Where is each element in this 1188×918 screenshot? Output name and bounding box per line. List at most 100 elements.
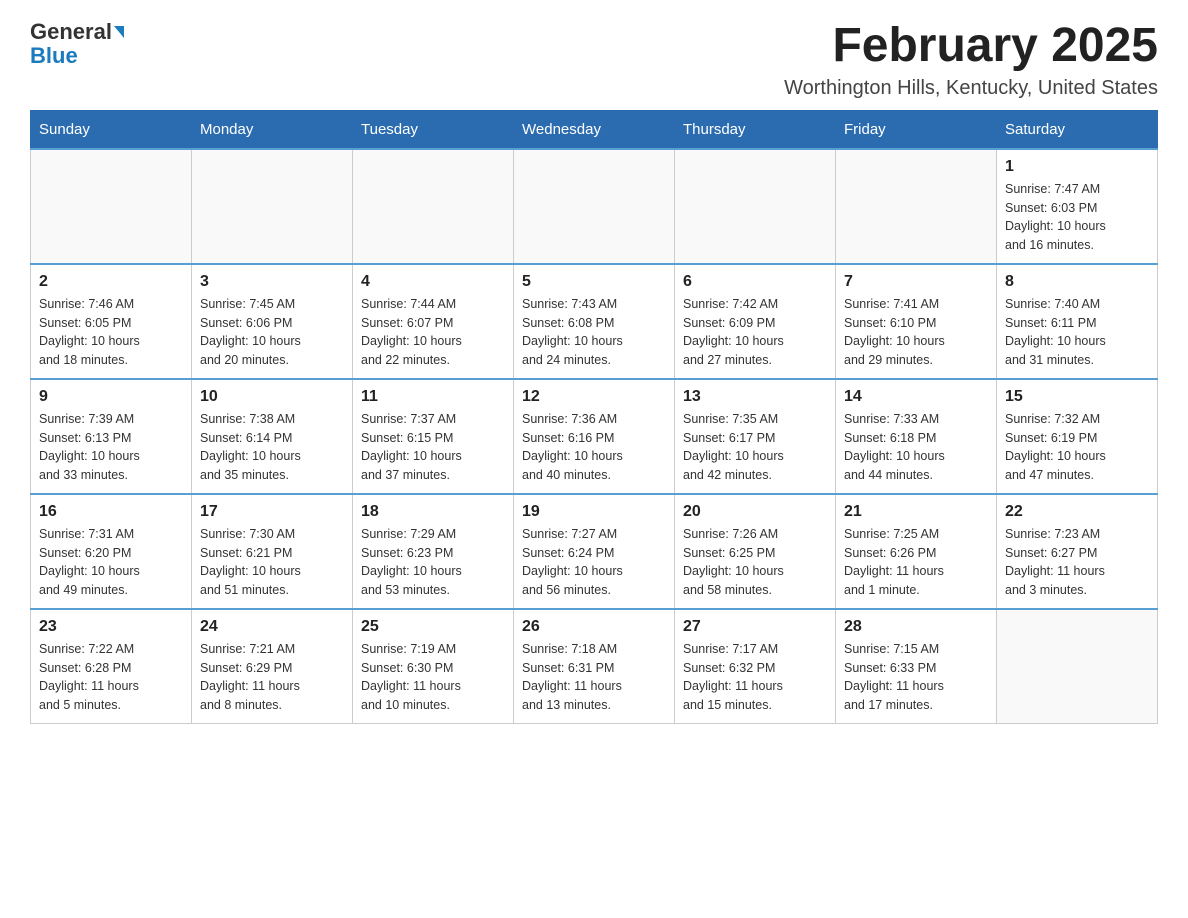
day-number: 12 <box>522 388 666 406</box>
day-number: 18 <box>361 503 505 521</box>
calendar-day-cell: 5 Sunrise: 7:43 AM Sunset: 6:08 PM Daylig… <box>514 264 675 379</box>
calendar-day-cell: 1 Sunrise: 7:47 AM Sunset: 6:03 PM Daylig… <box>997 149 1158 264</box>
page-header: General Blue February 2025 Worthington H… <box>30 20 1158 100</box>
day-info: Sunrise: 7:22 AM Sunset: 6:28 PM Dayligh… <box>39 640 183 715</box>
calendar-day-cell: 28 Sunrise: 7:15 AM Sunset: 6:33 PM Dayli… <box>836 609 997 724</box>
calendar-day-cell <box>31 149 192 264</box>
calendar-week-row: 9 Sunrise: 7:39 AM Sunset: 6:13 PM Daylig… <box>31 379 1158 494</box>
calendar-week-row: 1 Sunrise: 7:47 AM Sunset: 6:03 PM Daylig… <box>31 149 1158 264</box>
day-number: 26 <box>522 618 666 636</box>
day-of-week-header: Thursday <box>675 110 836 149</box>
calendar-day-cell: 22 Sunrise: 7:23 AM Sunset: 6:27 PM Dayli… <box>997 494 1158 609</box>
calendar-week-row: 16 Sunrise: 7:31 AM Sunset: 6:20 PM Dayli… <box>31 494 1158 609</box>
day-of-week-header: Tuesday <box>353 110 514 149</box>
day-info: Sunrise: 7:18 AM Sunset: 6:31 PM Dayligh… <box>522 640 666 715</box>
day-number: 16 <box>39 503 183 521</box>
day-info: Sunrise: 7:23 AM Sunset: 6:27 PM Dayligh… <box>1005 525 1149 600</box>
day-info: Sunrise: 7:31 AM Sunset: 6:20 PM Dayligh… <box>39 525 183 600</box>
calendar-day-cell: 2 Sunrise: 7:46 AM Sunset: 6:05 PM Daylig… <box>31 264 192 379</box>
day-info: Sunrise: 7:29 AM Sunset: 6:23 PM Dayligh… <box>361 525 505 600</box>
calendar-day-cell: 25Sunrise: 7:19 AM Sunset: 6:30 PM Dayli… <box>353 609 514 724</box>
day-number: 7 <box>844 273 988 291</box>
day-info: Sunrise: 7:46 AM Sunset: 6:05 PM Dayligh… <box>39 295 183 370</box>
day-number: 5 <box>522 273 666 291</box>
day-info: Sunrise: 7:37 AM Sunset: 6:15 PM Dayligh… <box>361 410 505 485</box>
calendar-day-cell: 14 Sunrise: 7:33 AM Sunset: 6:18 PM Dayli… <box>836 379 997 494</box>
day-info: Sunrise: 7:25 AM Sunset: 6:26 PM Dayligh… <box>844 525 988 600</box>
day-number: 1 <box>1005 158 1149 176</box>
day-info: Sunrise: 7:44 AM Sunset: 6:07 PM Dayligh… <box>361 295 505 370</box>
day-number: 3 <box>200 273 344 291</box>
calendar-day-cell: 16 Sunrise: 7:31 AM Sunset: 6:20 PM Dayli… <box>31 494 192 609</box>
day-number: 9 <box>39 388 183 406</box>
calendar-day-cell: 18 Sunrise: 7:29 AM Sunset: 6:23 PM Dayli… <box>353 494 514 609</box>
day-number: 2 <box>39 273 183 291</box>
day-info: Sunrise: 7:17 AM Sunset: 6:32 PM Dayligh… <box>683 640 827 715</box>
calendar-week-row: 23Sunrise: 7:22 AM Sunset: 6:28 PM Dayli… <box>31 609 1158 724</box>
calendar-day-cell: 19Sunrise: 7:27 AM Sunset: 6:24 PM Dayli… <box>514 494 675 609</box>
calendar-day-cell <box>514 149 675 264</box>
day-number: 28 <box>844 618 988 636</box>
day-info: Sunrise: 7:36 AM Sunset: 6:16 PM Dayligh… <box>522 410 666 485</box>
calendar-day-cell <box>192 149 353 264</box>
calendar-day-cell <box>997 609 1158 724</box>
calendar-day-cell: 13Sunrise: 7:35 AM Sunset: 6:17 PM Dayli… <box>675 379 836 494</box>
calendar-day-cell: 20Sunrise: 7:26 AM Sunset: 6:25 PM Dayli… <box>675 494 836 609</box>
calendar-week-row: 2 Sunrise: 7:46 AM Sunset: 6:05 PM Daylig… <box>31 264 1158 379</box>
day-of-week-header: Friday <box>836 110 997 149</box>
logo-general-text: General <box>30 20 112 44</box>
day-number: 14 <box>844 388 988 406</box>
calendar-table: SundayMondayTuesdayWednesdayThursdayFrid… <box>30 110 1158 724</box>
calendar-day-cell: 27 Sunrise: 7:17 AM Sunset: 6:32 PM Dayli… <box>675 609 836 724</box>
day-info: Sunrise: 7:32 AM Sunset: 6:19 PM Dayligh… <box>1005 410 1149 485</box>
day-number: 27 <box>683 618 827 636</box>
calendar-day-cell: 24 Sunrise: 7:21 AM Sunset: 6:29 PM Dayli… <box>192 609 353 724</box>
day-number: 10 <box>200 388 344 406</box>
calendar-day-cell: 21 Sunrise: 7:25 AM Sunset: 6:26 PM Dayli… <box>836 494 997 609</box>
day-info: Sunrise: 7:15 AM Sunset: 6:33 PM Dayligh… <box>844 640 988 715</box>
day-info: Sunrise: 7:19 AM Sunset: 6:30 PM Dayligh… <box>361 640 505 715</box>
day-number: 6 <box>683 273 827 291</box>
day-info: Sunrise: 7:47 AM Sunset: 6:03 PM Dayligh… <box>1005 180 1149 255</box>
calendar-day-cell: 17Sunrise: 7:30 AM Sunset: 6:21 PM Dayli… <box>192 494 353 609</box>
day-of-week-header: Wednesday <box>514 110 675 149</box>
day-info: Sunrise: 7:35 AM Sunset: 6:17 PM Dayligh… <box>683 410 827 485</box>
calendar-day-cell: 10 Sunrise: 7:38 AM Sunset: 6:14 PM Dayli… <box>192 379 353 494</box>
month-title: February 2025 <box>784 20 1158 73</box>
day-info: Sunrise: 7:42 AM Sunset: 6:09 PM Dayligh… <box>683 295 827 370</box>
day-info: Sunrise: 7:43 AM Sunset: 6:08 PM Dayligh… <box>522 295 666 370</box>
location-subtitle: Worthington Hills, Kentucky, United Stat… <box>784 77 1158 100</box>
calendar-day-cell: 26 Sunrise: 7:18 AM Sunset: 6:31 PM Dayli… <box>514 609 675 724</box>
day-info: Sunrise: 7:26 AM Sunset: 6:25 PM Dayligh… <box>683 525 827 600</box>
calendar-day-cell: 6 Sunrise: 7:42 AM Sunset: 6:09 PM Daylig… <box>675 264 836 379</box>
calendar-day-cell <box>836 149 997 264</box>
day-info: Sunrise: 7:39 AM Sunset: 6:13 PM Dayligh… <box>39 410 183 485</box>
day-info: Sunrise: 7:41 AM Sunset: 6:10 PM Dayligh… <box>844 295 988 370</box>
title-block: February 2025 Worthington Hills, Kentuck… <box>784 20 1158 100</box>
calendar-day-cell: 7 Sunrise: 7:41 AM Sunset: 6:10 PM Daylig… <box>836 264 997 379</box>
day-of-week-header: Saturday <box>997 110 1158 149</box>
day-number: 21 <box>844 503 988 521</box>
day-info: Sunrise: 7:45 AM Sunset: 6:06 PM Dayligh… <box>200 295 344 370</box>
calendar-day-cell <box>675 149 836 264</box>
logo-blue-text: Blue <box>30 44 78 68</box>
day-info: Sunrise: 7:21 AM Sunset: 6:29 PM Dayligh… <box>200 640 344 715</box>
calendar-day-cell: 9 Sunrise: 7:39 AM Sunset: 6:13 PM Daylig… <box>31 379 192 494</box>
day-info: Sunrise: 7:38 AM Sunset: 6:14 PM Dayligh… <box>200 410 344 485</box>
calendar-day-cell: 11Sunrise: 7:37 AM Sunset: 6:15 PM Dayli… <box>353 379 514 494</box>
day-number: 4 <box>361 273 505 291</box>
calendar-day-cell: 3 Sunrise: 7:45 AM Sunset: 6:06 PM Daylig… <box>192 264 353 379</box>
calendar-header-row: SundayMondayTuesdayWednesdayThursdayFrid… <box>31 110 1158 149</box>
day-of-week-header: Monday <box>192 110 353 149</box>
logo-arrow-icon <box>114 26 124 38</box>
calendar-day-cell: 12 Sunrise: 7:36 AM Sunset: 6:16 PM Dayli… <box>514 379 675 494</box>
day-info: Sunrise: 7:30 AM Sunset: 6:21 PM Dayligh… <box>200 525 344 600</box>
day-number: 22 <box>1005 503 1149 521</box>
calendar-day-cell: 4 Sunrise: 7:44 AM Sunset: 6:07 PM Daylig… <box>353 264 514 379</box>
day-number: 8 <box>1005 273 1149 291</box>
logo: General Blue <box>30 20 124 68</box>
day-info: Sunrise: 7:33 AM Sunset: 6:18 PM Dayligh… <box>844 410 988 485</box>
calendar-day-cell: 23Sunrise: 7:22 AM Sunset: 6:28 PM Dayli… <box>31 609 192 724</box>
day-info: Sunrise: 7:27 AM Sunset: 6:24 PM Dayligh… <box>522 525 666 600</box>
day-number: 24 <box>200 618 344 636</box>
